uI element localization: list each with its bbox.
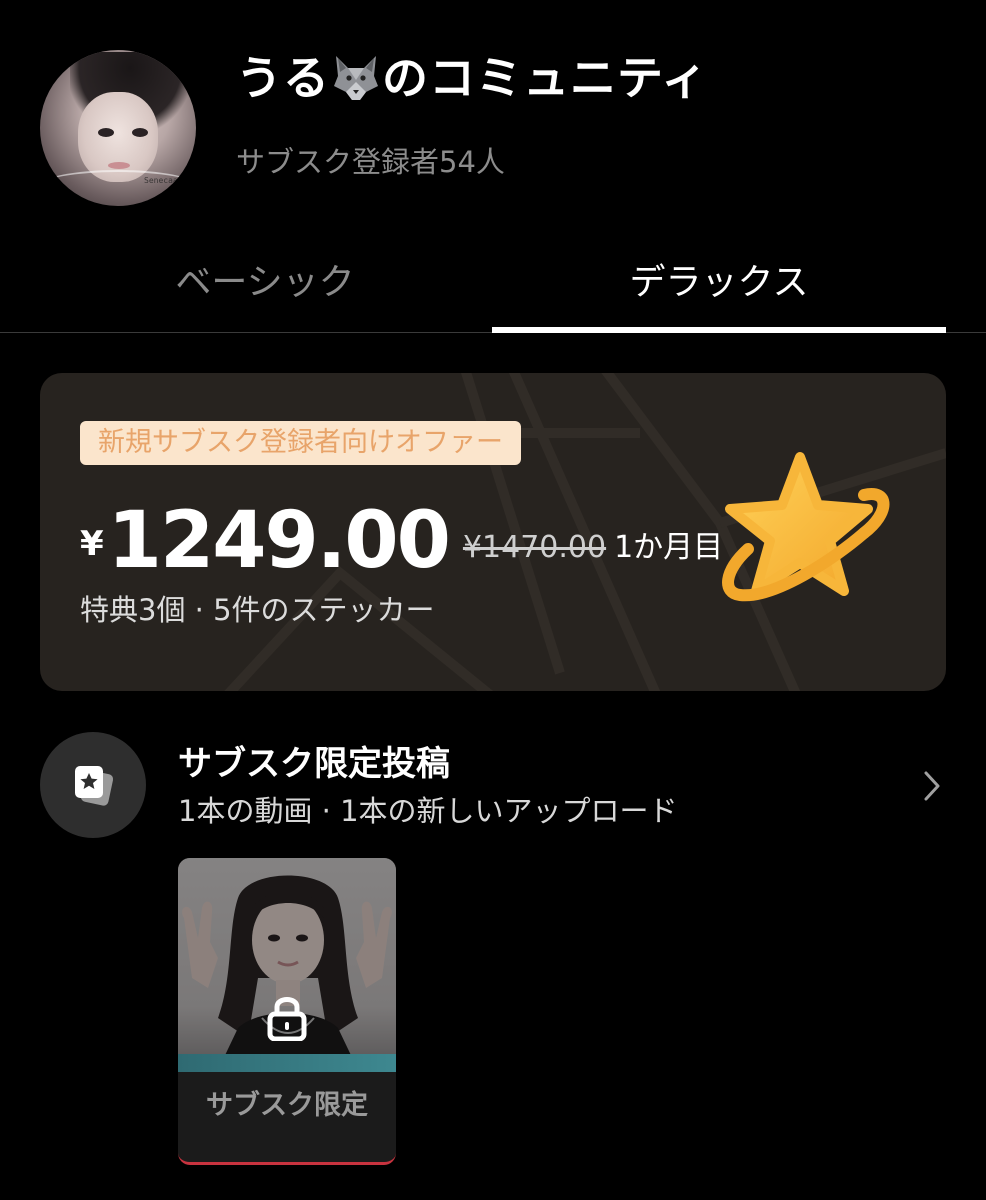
price-row: ¥1249.00 ¥1470.00 1か月目	[80, 491, 723, 591]
wolf-emoji-icon	[334, 56, 378, 100]
new-subscriber-offer-badge: 新規サブスク登録者向けオファー	[80, 421, 521, 465]
tab-deluxe-label: デラックス	[629, 262, 809, 303]
exclusive-posts-title: サブスク限定投稿	[178, 744, 450, 784]
star-orbit-icon	[722, 452, 890, 602]
title-suffix: のコミュニティ	[382, 51, 709, 105]
locked-video-card[interactable]: サブスク限定	[178, 858, 396, 1165]
lock-icon	[267, 997, 307, 1041]
title-prefix: うる	[236, 51, 330, 105]
exclusive-posts-subtitle: 1本の動画 · 1本の新しいアップロード	[178, 794, 678, 828]
tab-basic[interactable]: ベーシック	[40, 250, 490, 332]
avatar-mouth	[108, 162, 130, 169]
offer-benefits: 特典3個 · 5件のステッカー	[80, 593, 435, 627]
avatar-earphone-wire	[40, 170, 196, 202]
original-price: ¥1470.00	[462, 530, 607, 565]
avatar-eye-right	[132, 128, 148, 137]
exclusive-posts-icon-circle	[40, 732, 146, 838]
tier-tabs: ベーシック デラックス	[0, 250, 986, 333]
subscriber-count: サブスク登録者54人	[236, 145, 505, 179]
video-thumbnail-stripe	[178, 1054, 396, 1072]
community-avatar[interactable]: Senecaal	[40, 50, 196, 206]
star-cards-icon	[75, 766, 114, 806]
tab-basic-label: ベーシック	[175, 262, 355, 303]
chevron-right-icon[interactable]	[922, 770, 942, 802]
subscriber-only-label: サブスク限定	[206, 1090, 368, 1121]
tab-deluxe[interactable]: デラックス	[492, 250, 946, 333]
exclusive-posts-row[interactable]: サブスク限定投稿 1本の動画 · 1本の新しいアップロード	[0, 718, 986, 848]
video-thumbnail	[178, 858, 396, 1070]
tab-selected-indicator	[492, 327, 946, 333]
price-period: 1か月目	[614, 530, 724, 565]
price-currency: ¥	[80, 524, 104, 564]
discounted-price: 1249.00	[107, 496, 451, 586]
avatar-eye-left	[98, 128, 114, 137]
community-title: うる のコミュニティ	[236, 48, 708, 108]
offer-card[interactable]: 新規サブスク登録者向けオファー ¥1249.00 ¥1470.00 1か月目 特典3…	[40, 373, 946, 691]
avatar-watermark: Senecaal	[144, 176, 183, 185]
